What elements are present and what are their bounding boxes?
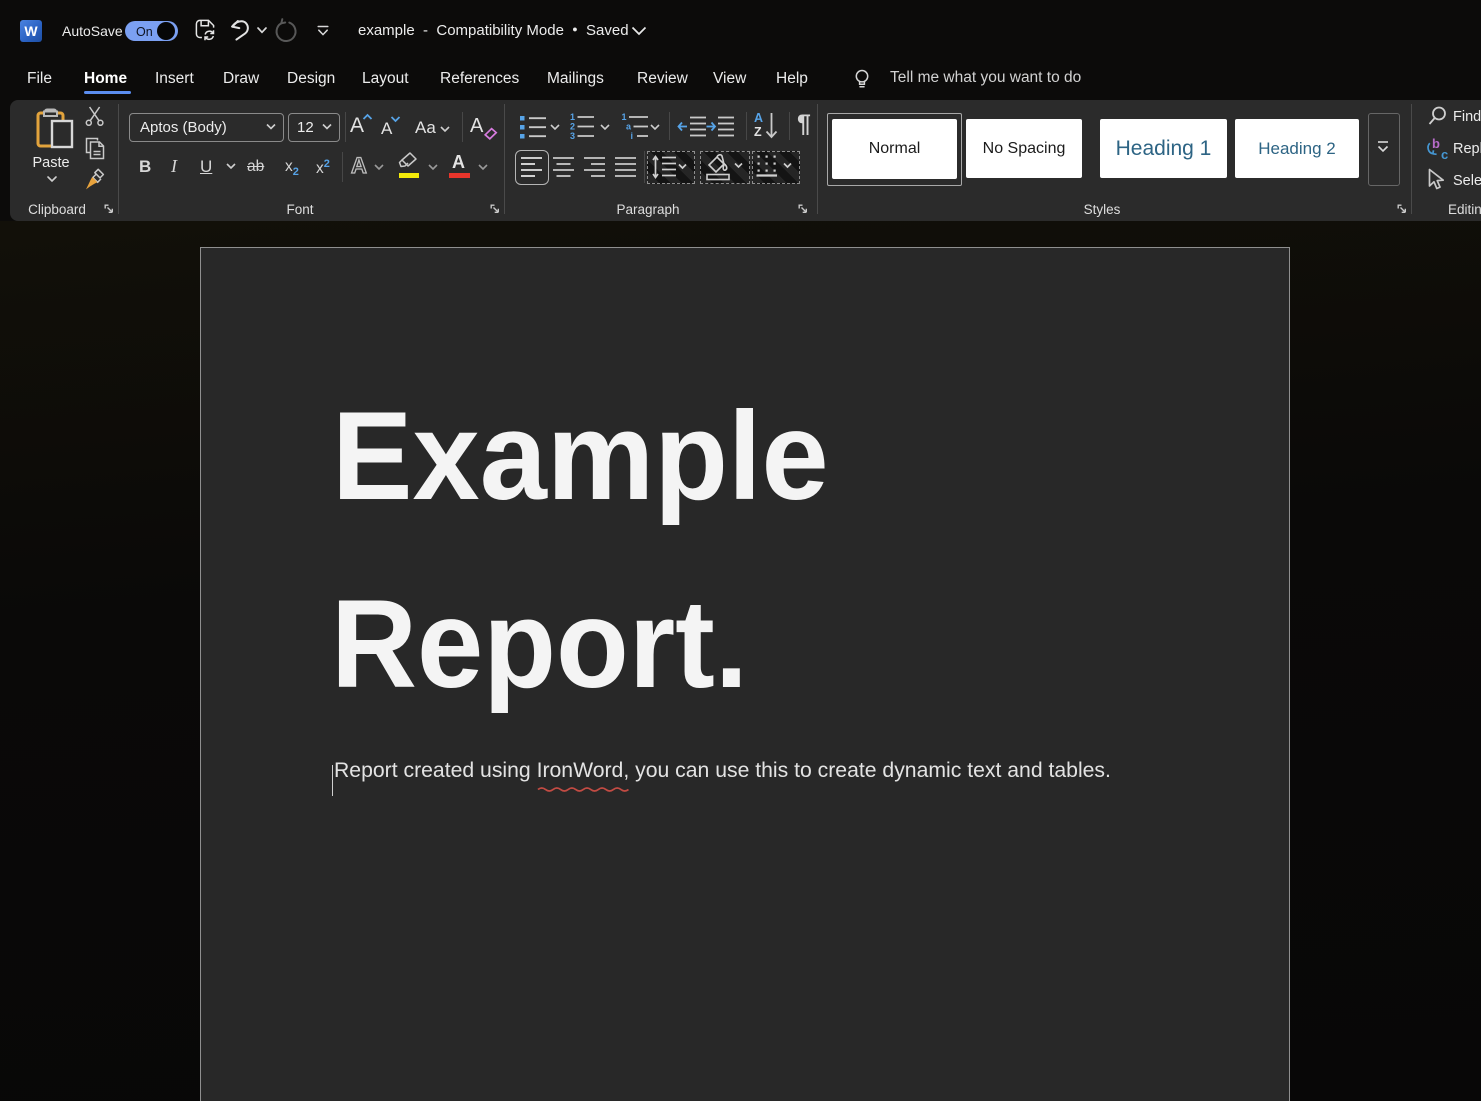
svg-text:1: 1	[570, 112, 575, 122]
svg-text:i: i	[631, 131, 634, 141]
svg-text:b: b	[1432, 136, 1440, 151]
svg-text:a: a	[626, 122, 632, 132]
svg-text:1: 1	[622, 112, 627, 122]
svg-text:2: 2	[570, 122, 575, 132]
svg-text:A: A	[754, 111, 763, 125]
svg-text:Z: Z	[754, 125, 762, 139]
svg-text:3: 3	[570, 131, 575, 141]
svg-text:c: c	[1441, 147, 1448, 162]
